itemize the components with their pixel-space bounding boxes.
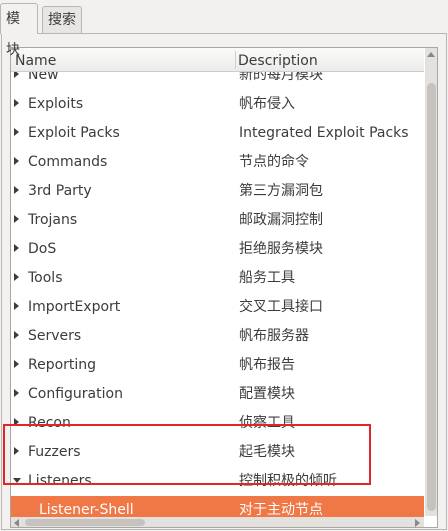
row-description: 帆布服务器 [239, 328, 309, 344]
row-name: 3rd Party [28, 183, 92, 199]
tree-row[interactable]: Exploit Packs Integrated Exploit Packs [11, 119, 424, 148]
tab-bar: 模块 搜索 [0, 0, 448, 58]
tree-row[interactable]: New 新的每月模块 [11, 72, 424, 90]
tree-row[interactable]: Trojans 邮政漏洞控制 [11, 206, 424, 235]
expander-right-icon[interactable] [14, 360, 19, 368]
column-description-header[interactable]: Description [238, 48, 318, 72]
expander-right-icon[interactable] [14, 157, 19, 165]
scroll-right-arrow-icon[interactable] [415, 519, 420, 527]
row-name: Tools [28, 270, 63, 286]
expander-right-icon[interactable] [14, 389, 19, 397]
tree-row[interactable]: Exploits 帆布侵入 [11, 90, 424, 119]
row-description: 对于主动节点 [239, 502, 323, 517]
tree-row[interactable]: Servers 帆布服务器 [11, 322, 424, 351]
row-name: New [28, 72, 59, 83]
scroll-left-arrow-icon[interactable] [14, 519, 19, 527]
expander-right-icon[interactable] [14, 72, 19, 78]
vertical-scrollbar[interactable] [425, 48, 437, 516]
tree-row[interactable]: 3rd Party 第三方漏洞包 [11, 177, 424, 206]
tree-row[interactable]: Tools 船务工具 [11, 264, 424, 293]
row-description: 帆布报告 [239, 357, 295, 373]
row-name: Exploits [28, 96, 84, 112]
row-name: Servers [28, 328, 82, 344]
row-description: 邮政漏洞控制 [239, 212, 323, 228]
expander-right-icon[interactable] [14, 273, 19, 281]
expander-right-icon[interactable] [14, 244, 19, 252]
row-name: Commands [28, 154, 108, 170]
row-name: Configuration [28, 386, 123, 402]
expander-right-icon[interactable] [14, 99, 19, 107]
tree-row[interactable]: Reporting 帆布报告 [11, 351, 424, 380]
expander-right-icon[interactable] [14, 186, 19, 194]
tab-search[interactable]: 搜索 [42, 6, 82, 33]
column-name-header[interactable]: Name [15, 48, 56, 72]
row-name: Exploit Packs [28, 125, 120, 141]
row-description: 节点的命令 [239, 154, 309, 170]
row-name: Reporting [28, 357, 97, 373]
row-name: Trojans [28, 212, 78, 228]
expander-right-icon[interactable] [14, 331, 19, 339]
row-name: ImportExport [28, 299, 121, 315]
row-description: 新的每月模块 [239, 72, 323, 83]
row-description: 帆布侵入 [239, 96, 295, 112]
row-description: Integrated Exploit Packs [239, 125, 409, 141]
scroll-up-arrow-icon[interactable] [427, 52, 435, 57]
row-name: DoS [28, 241, 57, 257]
tree-row[interactable]: Configuration 配置模块 [11, 380, 424, 409]
tree-row[interactable]: ImportExport 交叉工具接口 [11, 293, 424, 322]
row-name: Listener-Shell [39, 502, 134, 517]
row-description: 第三方漏洞包 [239, 183, 323, 199]
tab-modules[interactable]: 模块 [0, 3, 38, 58]
horizontal-scroll-thumb[interactable] [25, 519, 145, 526]
expander-right-icon[interactable] [14, 128, 19, 136]
highlight-box [3, 424, 371, 485]
tree-row[interactable]: Commands 节点的命令 [11, 148, 424, 177]
expander-right-icon[interactable] [14, 215, 19, 223]
column-separator[interactable] [235, 51, 236, 69]
row-description: 拒绝服务模块 [239, 241, 323, 257]
expander-right-icon[interactable] [14, 302, 19, 310]
vertical-scroll-thumb[interactable] [427, 83, 436, 511]
tree-row[interactable]: DoS 拒绝服务模块 [11, 235, 424, 264]
row-description: 船务工具 [239, 270, 295, 286]
row-description: 交叉工具接口 [239, 299, 323, 315]
tree-row-selected[interactable]: Listener-Shell 对于主动节点 [11, 496, 424, 517]
horizontal-scrollbar[interactable] [11, 517, 424, 527]
column-header: Name Description [11, 48, 424, 72]
row-description: 配置模块 [239, 386, 295, 402]
